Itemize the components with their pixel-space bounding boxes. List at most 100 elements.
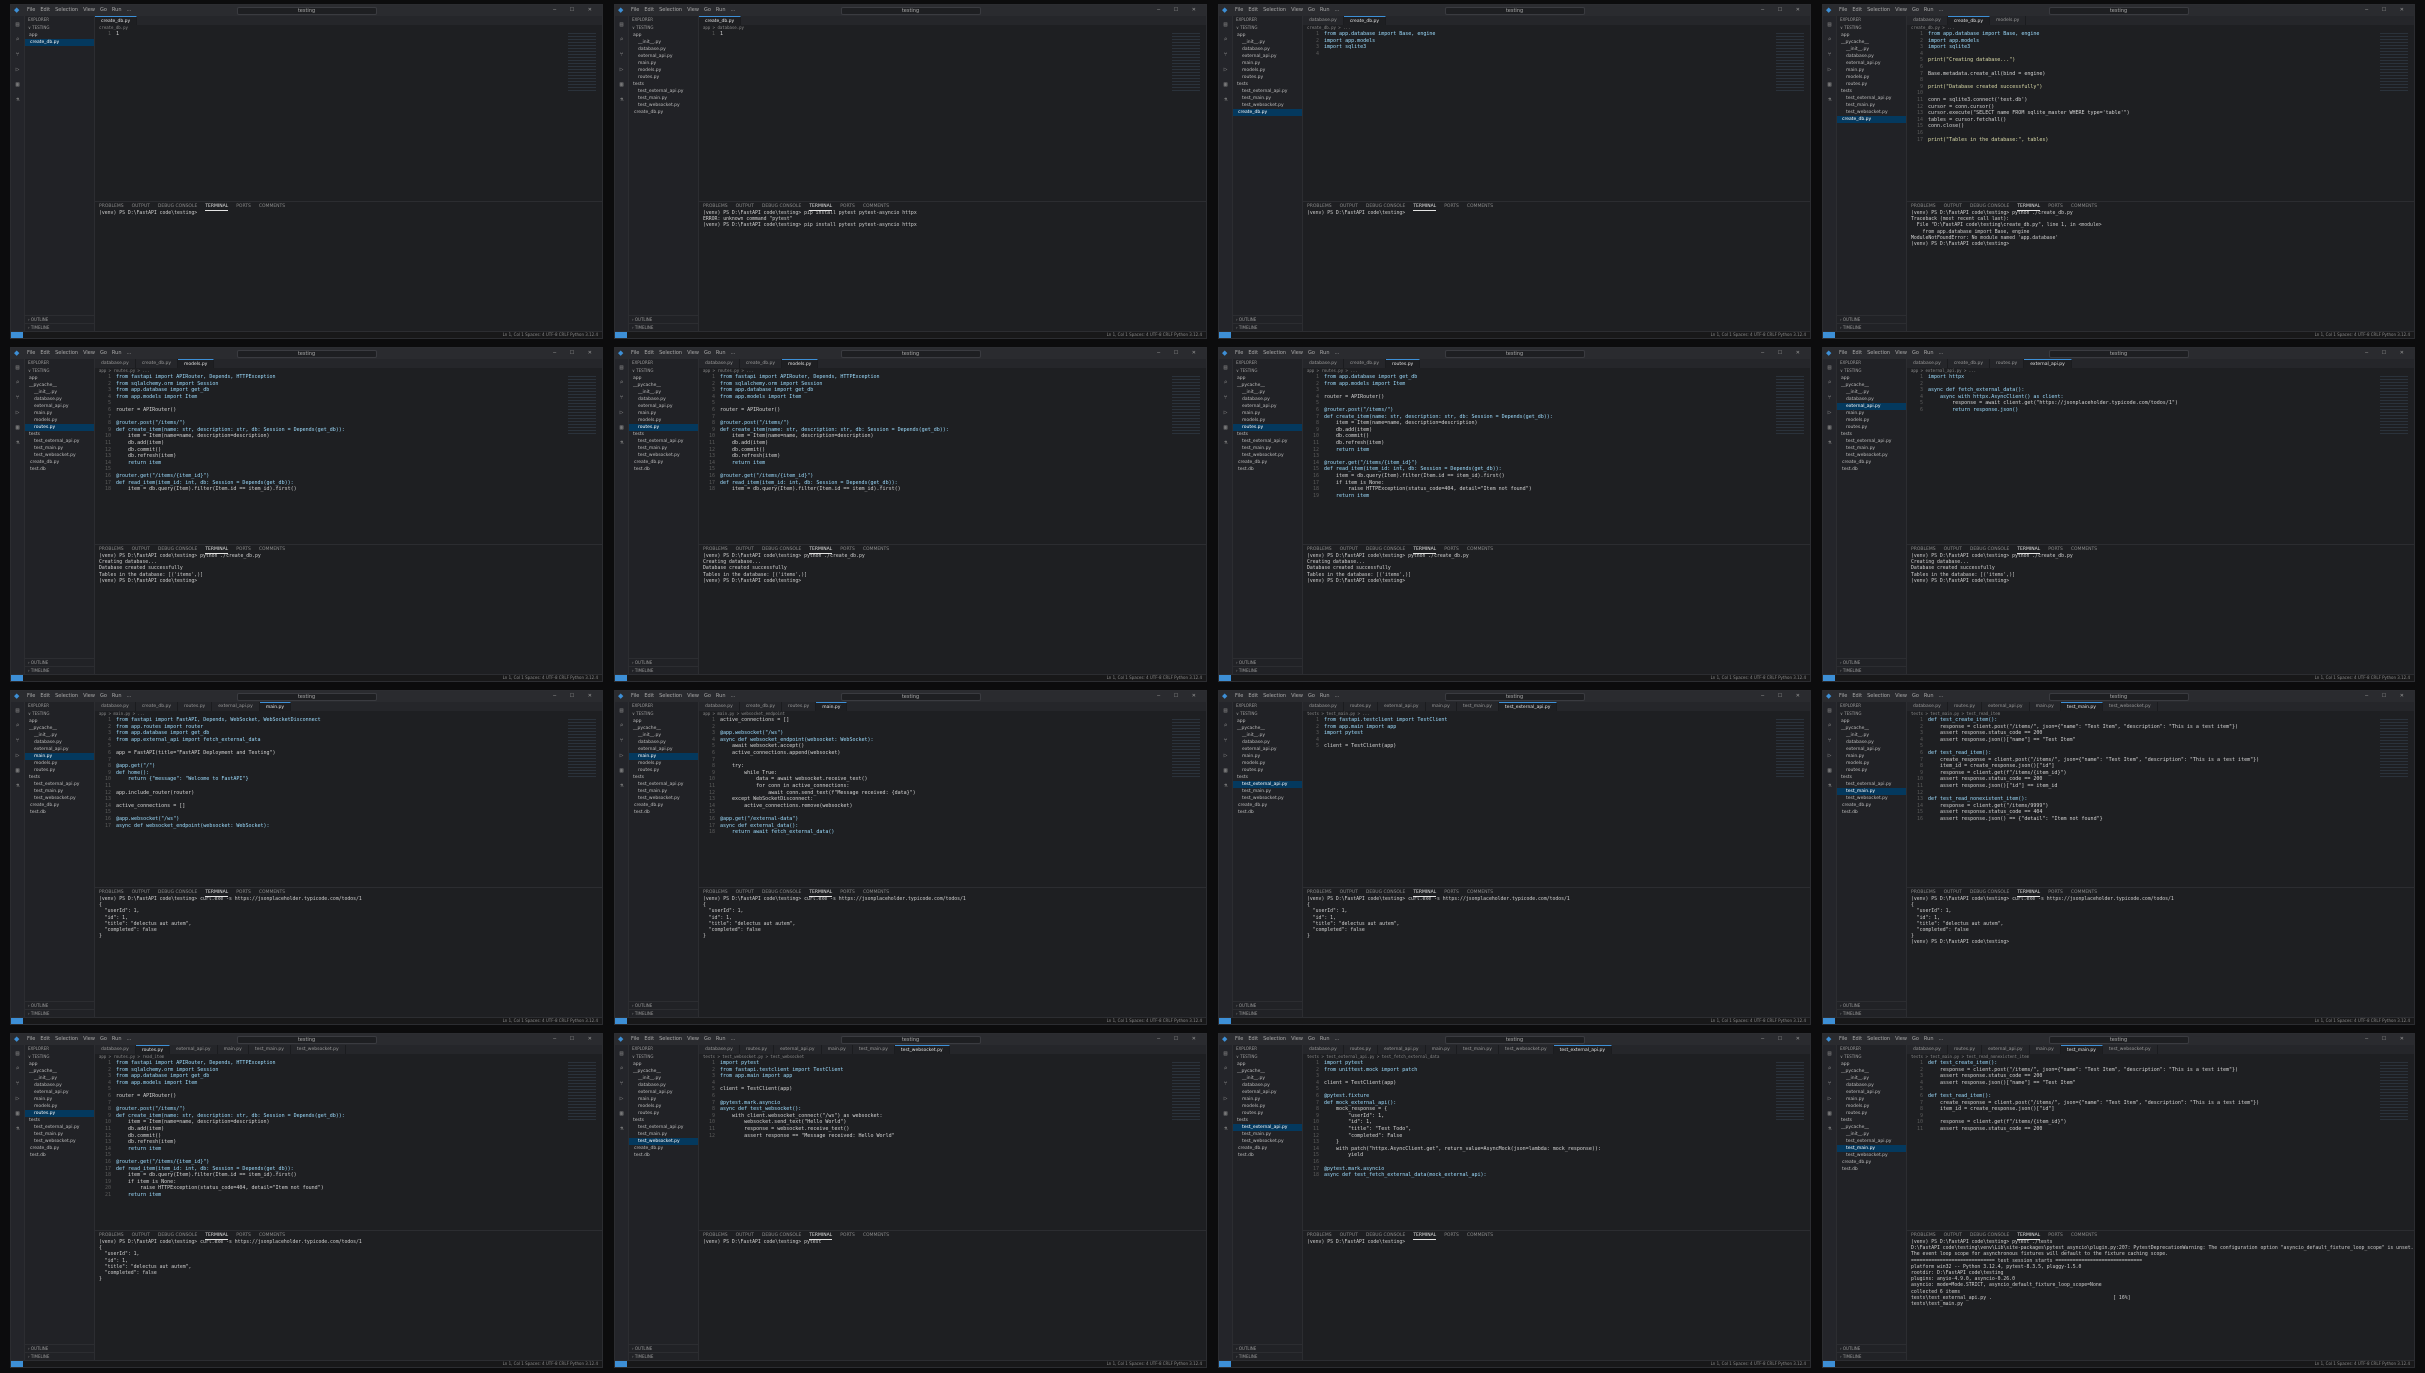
file-tree-item[interactable]: database.py <box>1233 396 1302 403</box>
window-controls[interactable]: ─ ☐ ✕ <box>1157 350 1202 357</box>
panel-tab[interactable]: DEBUG CONSOLE <box>762 202 801 211</box>
file-tree-item[interactable]: __init__.py <box>1233 389 1302 396</box>
panel-tab[interactable]: TERMINAL <box>1413 1231 1437 1240</box>
menu-item[interactable]: View <box>83 350 95 356</box>
file-tree-item[interactable]: main.py <box>1233 410 1302 417</box>
file-tree-item[interactable]: models.py <box>1837 74 1906 81</box>
editor-tab[interactable]: test_main.py <box>249 1045 291 1054</box>
window-controls[interactable]: ─ ☐ ✕ <box>1157 7 1202 14</box>
menu-item[interactable]: Run <box>716 1036 726 1042</box>
remote-indicator[interactable] <box>1219 332 1231 338</box>
code-editor[interactable]: 1 from fastapi import APIRouter, Depends,… <box>95 374 602 493</box>
panel-tab[interactable]: PORTS <box>840 888 855 897</box>
menu-item[interactable]: Run <box>1320 693 1330 699</box>
minimap[interactable] <box>2380 376 2408 436</box>
panel-tab[interactable]: PROBLEMS <box>1911 1231 1936 1240</box>
project-folder-header[interactable]: ∨ TESTING <box>1837 24 1906 32</box>
menu-item[interactable]: File <box>631 1036 639 1042</box>
menu-item[interactable]: Go <box>1912 1036 1919 1042</box>
timeline-section[interactable]: › TIMELINE <box>25 1009 94 1017</box>
file-tree-item[interactable]: database.py <box>1837 1082 1906 1089</box>
code-editor[interactable]: 1 from fastapi import APIRouter, Depends,… <box>699 374 1206 493</box>
menu-item[interactable]: File <box>631 7 639 13</box>
editor-tab[interactable]: main.py <box>218 1045 249 1054</box>
menu-item[interactable]: View <box>687 350 699 356</box>
panel-tab[interactable]: OUTPUT <box>132 202 150 211</box>
menu-item[interactable]: Go <box>1912 350 1919 356</box>
extensions-icon[interactable]: ▦ <box>1222 1110 1229 1117</box>
file-tree-item[interactable]: test_main.py <box>1837 1145 1906 1152</box>
menu-item[interactable]: View <box>1291 693 1303 699</box>
file-tree-item[interactable]: __init__.py <box>629 1075 698 1082</box>
menu-item[interactable]: Selection <box>55 350 78 356</box>
source-control-icon[interactable]: ⑂ <box>1826 394 1833 401</box>
terminal-output[interactable]: (venv) PS D:\FastAPI code\testing> pytes… <box>1907 1240 2414 1308</box>
explorer-icon[interactable]: ▤ <box>14 707 21 714</box>
file-tree-item[interactable]: __pycache__ <box>1837 1068 1906 1075</box>
outline-section[interactable]: › OUTLINE <box>1837 658 1906 666</box>
file-tree-item[interactable]: test.db <box>1233 466 1302 473</box>
run-debug-icon[interactable]: ▷ <box>14 409 21 416</box>
editor-tab[interactable]: test_websocket.py <box>291 1045 346 1054</box>
menu-item[interactable]: File <box>1839 350 1847 356</box>
panel-tab[interactable]: COMMENTS <box>1467 545 1493 554</box>
testing-icon[interactable]: ⚗ <box>14 1125 21 1132</box>
file-tree-item[interactable]: app <box>629 1061 698 1068</box>
code-editor[interactable]: 1 import httpx 2 3 async def fetch_external_… <box>1907 374 2414 414</box>
remote-indicator[interactable] <box>11 332 23 338</box>
window-controls[interactable]: ─ ☐ ✕ <box>1761 693 1806 700</box>
file-tree-item[interactable]: models.py <box>629 760 698 767</box>
timeline-section[interactable]: › TIMELINE <box>1233 1009 1302 1017</box>
file-tree-item[interactable]: __init__.py <box>629 39 698 46</box>
explorer-icon[interactable]: ▤ <box>1826 21 1833 28</box>
file-tree-item[interactable]: database.py <box>25 396 94 403</box>
minimap[interactable] <box>1776 33 1804 93</box>
menu-item[interactable]: View <box>83 1036 95 1042</box>
panel-tab[interactable]: PORTS <box>2048 1231 2063 1240</box>
panel-tab[interactable]: COMMENTS <box>2071 888 2097 897</box>
editor-tab[interactable]: routes.py <box>740 1045 775 1054</box>
editor-tab[interactable]: database.py <box>1907 1045 1948 1054</box>
file-tree-item[interactable]: test_main.py <box>629 788 698 795</box>
editor-tab[interactable]: database.py <box>1303 1045 1344 1054</box>
file-tree-item[interactable]: test.db <box>1837 1166 1906 1173</box>
project-folder-header[interactable]: ∨ TESTING <box>1837 367 1906 375</box>
panel-tab[interactable]: COMMENTS <box>863 888 889 897</box>
file-tree-item[interactable]: test_external_api.py <box>1837 95 1906 102</box>
menu-item[interactable]: Edit <box>40 693 50 699</box>
menu-item[interactable]: Selection <box>1867 693 1890 699</box>
panel-tab[interactable]: OUTPUT <box>1944 1231 1962 1240</box>
code-editor[interactable]: 1 from app.database import Base, engine 2 i… <box>1907 31 2414 143</box>
file-tree-item[interactable]: app <box>25 1061 94 1068</box>
menu-item[interactable]: Edit <box>1248 1036 1258 1042</box>
source-control-icon[interactable]: ⑂ <box>1222 394 1229 401</box>
terminal-output[interactable]: (venv) PS D:\FastAPI code\testing> pytho… <box>1303 554 1810 585</box>
run-debug-icon[interactable]: ▷ <box>1222 1095 1229 1102</box>
panel-tab[interactable]: DEBUG CONSOLE <box>1366 545 1405 554</box>
extensions-icon[interactable]: ▦ <box>14 424 21 431</box>
file-tree-item[interactable]: create_db.py <box>629 459 698 466</box>
editor-tab[interactable]: database.py <box>95 702 136 711</box>
file-tree-item[interactable]: test_external_api.py <box>1837 438 1906 445</box>
explorer-icon[interactable]: ▤ <box>618 1050 625 1057</box>
timeline-section[interactable]: › TIMELINE <box>629 1352 698 1360</box>
search-icon[interactable]: ⌕ <box>1222 36 1229 43</box>
outline-section[interactable]: › OUTLINE <box>629 1001 698 1009</box>
panel-tab[interactable]: COMMENTS <box>259 888 285 897</box>
search-icon[interactable]: ⌕ <box>1826 379 1833 386</box>
file-tree-item[interactable]: test_websocket.py <box>25 1138 94 1145</box>
outline-section[interactable]: › OUTLINE <box>629 315 698 323</box>
terminal-output[interactable]: (venv) PS D:\FastAPI code\testing> curl.… <box>1907 897 2414 947</box>
menu-item[interactable]: File <box>631 693 639 699</box>
file-tree-item[interactable]: external_api.py <box>1233 403 1302 410</box>
source-control-icon[interactable]: ⑂ <box>618 1080 625 1087</box>
editor-tab[interactable]: external_api.py <box>170 1045 218 1054</box>
menu-item[interactable]: Run <box>716 350 726 356</box>
file-tree-item[interactable]: test_websocket.py <box>25 452 94 459</box>
editor-tab[interactable]: routes.py <box>1948 1045 1983 1054</box>
outline-section[interactable]: › OUTLINE <box>25 315 94 323</box>
file-tree-item[interactable]: test_external_api.py <box>629 88 698 95</box>
file-tree-item[interactable]: tests <box>629 1117 698 1124</box>
remote-indicator[interactable] <box>1823 332 1835 338</box>
panel-tab[interactable]: DEBUG CONSOLE <box>1970 202 2009 211</box>
